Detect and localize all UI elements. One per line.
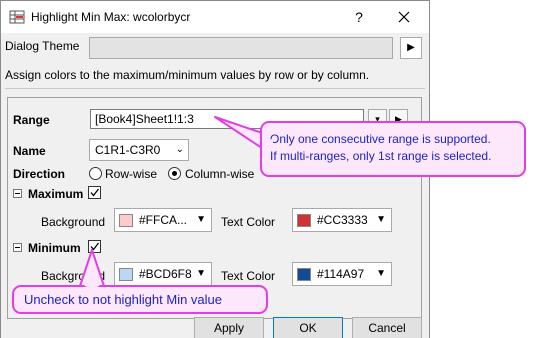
callout-pointer-covers bbox=[82, 138, 273, 290]
